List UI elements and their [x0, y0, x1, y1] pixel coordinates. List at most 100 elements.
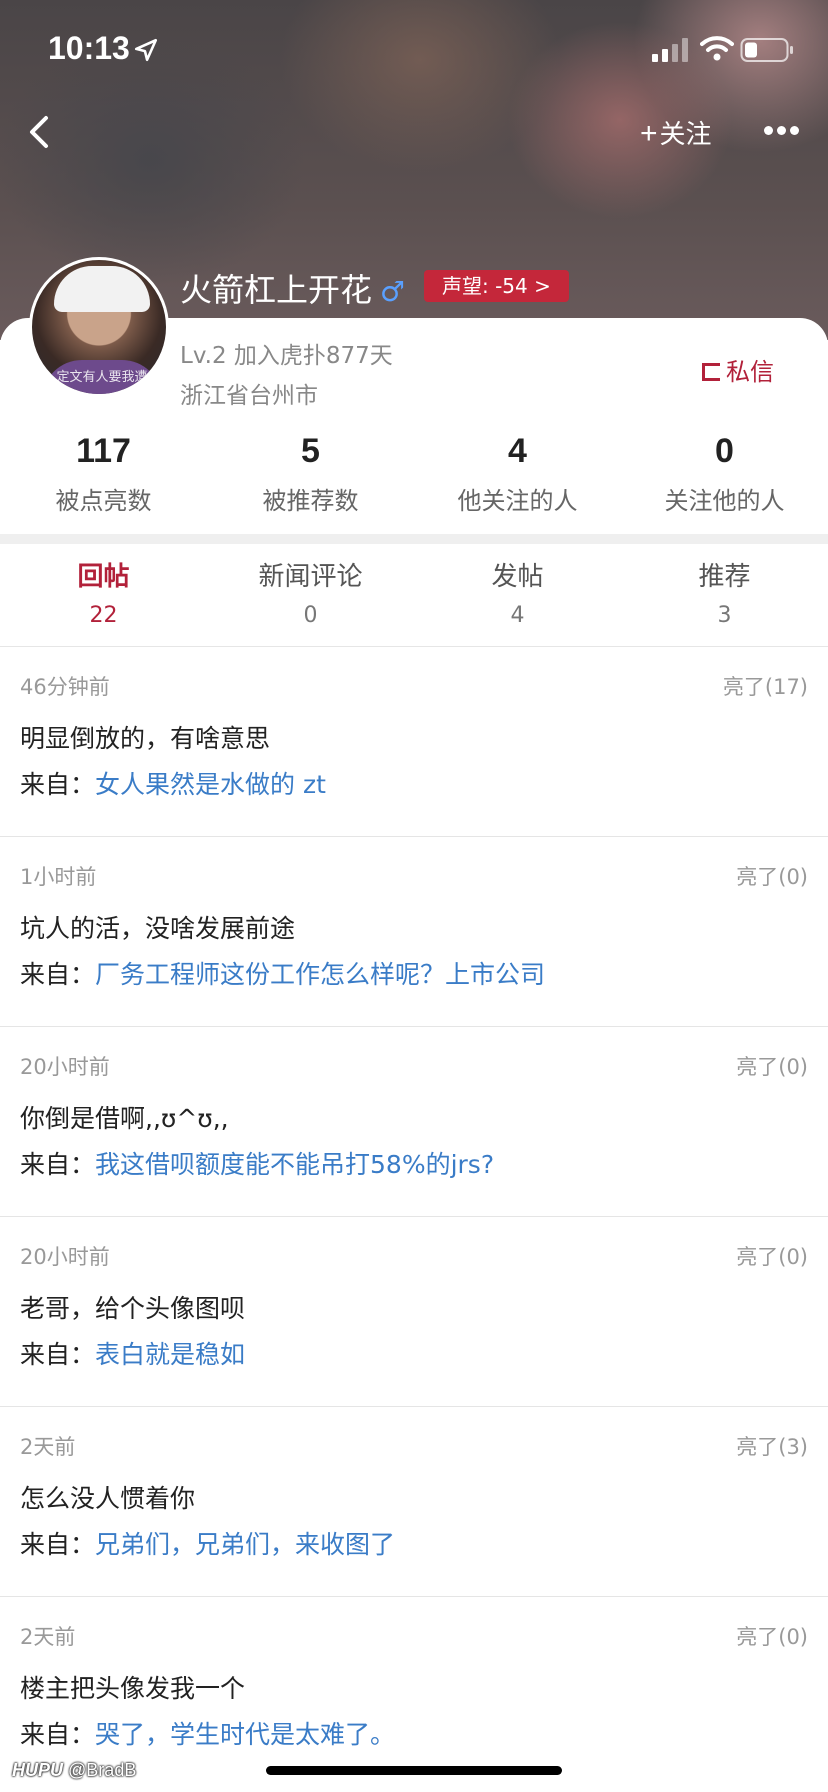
location-arrow-icon [134, 38, 158, 62]
source-prefix: 来自： [20, 1150, 96, 1179]
back-button[interactable] [22, 112, 58, 152]
post-time: 2天前 [20, 1625, 76, 1649]
source-thread-link[interactable]: 我这借呗额度能不能吊打58%的jrs? [95, 1150, 494, 1179]
profile-page: 10:13 +关注 定文有人要我遭 火箭杠上开花 ♂ 声望: -54 > Lv.… [0, 0, 828, 1792]
post-text: 你倒是借啊,,ʊ^ʊ,, [20, 1104, 229, 1133]
stat-label: 被点亮数 [55, 487, 152, 515]
post-time: 20小时前 [20, 1245, 110, 1269]
post-source: 来自：女人果然是水做的 zt [20, 765, 326, 801]
male-gender-icon: ♂ [380, 275, 406, 308]
post-likes: 亮了(17) [722, 675, 808, 699]
post-likes: 亮了(0) [736, 1055, 808, 1079]
post-text: 坑人的活，没啥发展前途 [20, 914, 296, 943]
battery-icon [740, 38, 793, 62]
source-prefix: 来自： [20, 1530, 96, 1559]
stat-label: 关注他的人 [664, 487, 785, 515]
stat-recommended[interactable]: 5 被推荐数 [207, 432, 414, 522]
post-time: 20小时前 [20, 1055, 110, 1079]
level-info: Lv.2 加入虎扑877天 [180, 343, 393, 369]
tab-label: 新闻评论 [258, 562, 363, 592]
post-source: 来自：表白就是稳如 [20, 1335, 245, 1371]
follow-button[interactable]: +关注 [640, 114, 712, 151]
location-info: 浙江省台州市 [180, 383, 318, 409]
post-text: 楼主把头像发我一个 [20, 1674, 246, 1703]
post-source: 来自：厂务工程师这份工作怎么样呢？上市公司 [20, 955, 545, 991]
private-message-label: 私信 [726, 358, 774, 386]
post-text: 怎么没人惯着你 [20, 1484, 196, 1513]
source-prefix: 来自： [20, 1340, 96, 1369]
stat-value: 0 [715, 432, 734, 470]
tab-news-comments[interactable]: 新闻评论 0 [207, 556, 414, 646]
follow-label: 关注 [659, 119, 712, 149]
post-likes: 亮了(0) [736, 1245, 808, 1269]
source-thread-link[interactable]: 厂务工程师这份工作怎么样呢？上市公司 [95, 960, 545, 989]
wifi-icon [700, 36, 734, 61]
tab-count: 4 [510, 603, 525, 628]
post-time: 46分钟前 [20, 675, 110, 699]
username-text: 火箭杠上开花 [180, 271, 373, 309]
post-likes: 亮了(0) [736, 1625, 808, 1649]
post-time: 1小时前 [20, 865, 97, 889]
list-item[interactable]: 2天前 亮了(0) 楼主把头像发我一个 来自：哭了，学生时代是太难了。 [0, 1597, 828, 1787]
handle-text: @BradB [68, 1760, 137, 1780]
hupu-watermark: HUPU @BradB [12, 1760, 136, 1781]
tab-posts[interactable]: 发帖 4 [414, 556, 621, 646]
post-text: 明显倒放的，有啥意思 [20, 724, 271, 753]
list-item[interactable]: 2天前 亮了(3) 怎么没人惯着你 来自：兄弟们，兄弟们，来收图了 [0, 1407, 828, 1597]
avatar-caption: 定文有人要我遭 [56, 370, 148, 385]
stat-value: 5 [301, 432, 320, 470]
private-message-button[interactable]: 私信 [702, 352, 774, 387]
list-item[interactable]: 46分钟前 亮了(17) 明显倒放的，有啥意思 来自：女人果然是水做的 zt [0, 647, 828, 837]
post-source: 来自：我这借呗额度能不能吊打58%的jrs? [20, 1145, 494, 1181]
post-time: 2天前 [20, 1435, 76, 1459]
stat-value: 4 [508, 432, 527, 470]
stat-followers[interactable]: 0 关注他的人 [621, 432, 828, 522]
reputation-badge[interactable]: 声望: -54 > [424, 270, 569, 302]
list-item[interactable]: 20小时前 亮了(0) 你倒是借啊,,ʊ^ʊ,, 来自：我这借呗额度能不能吊打5… [0, 1027, 828, 1217]
tab-label: 发帖 [491, 562, 544, 592]
more-dot-icon [790, 126, 799, 135]
tab-count: 0 [303, 603, 318, 628]
more-dot-icon [764, 126, 773, 135]
avatar-cap-shape [54, 266, 150, 312]
avatar[interactable]: 定文有人要我遭 [29, 257, 169, 397]
post-likes: 亮了(0) [736, 865, 808, 889]
reply-list: 46分钟前 亮了(17) 明显倒放的，有啥意思 来自：女人果然是水做的 zt 1… [0, 647, 828, 1787]
source-prefix: 来自： [20, 960, 96, 989]
tab-recommendations[interactable]: 推荐 3 [621, 556, 828, 646]
source-prefix: 来自： [20, 1720, 96, 1749]
stats-row: 117 被点亮数 5 被推荐数 4 他关注的人 0 关注他的人 [0, 432, 828, 522]
status-bar: 10:13 [0, 0, 828, 98]
stat-following[interactable]: 4 他关注的人 [414, 432, 621, 522]
stat-label: 他关注的人 [457, 487, 578, 515]
tab-count: 3 [717, 603, 732, 628]
status-time: 10:13 [48, 30, 130, 66]
content-tabs: 回帖 22 新闻评论 0 发帖 4 推荐 3 [0, 556, 828, 646]
post-source: 来自：兄弟们，兄弟们，来收图了 [20, 1525, 395, 1561]
source-thread-link[interactable]: 兄弟们，兄弟们，来收图了 [95, 1530, 395, 1559]
plus-icon: + [640, 117, 658, 150]
stat-value: 117 [76, 432, 131, 470]
brand-text: HUPU [12, 1760, 64, 1780]
more-dot-icon [777, 126, 786, 135]
home-indicator[interactable] [266, 1766, 562, 1775]
tab-label: 回帖 [77, 562, 130, 592]
stat-liked[interactable]: 117 被点亮数 [0, 432, 207, 522]
more-options-button[interactable] [764, 114, 808, 150]
list-item[interactable]: 20小时前 亮了(0) 老哥，给个头像图呗 来自：表白就是稳如 [0, 1217, 828, 1407]
stat-label: 被推荐数 [262, 487, 359, 515]
source-thread-link[interactable]: 表白就是稳如 [95, 1340, 245, 1369]
source-thread-link[interactable]: 哭了，学生时代是太难了。 [95, 1720, 395, 1749]
tab-count: 22 [89, 603, 118, 628]
source-thread-link[interactable]: 女人果然是水做的 zt [95, 770, 326, 799]
list-item[interactable]: 1小时前 亮了(0) 坑人的活，没啥发展前途 来自：厂务工程师这份工作怎么样呢？… [0, 837, 828, 1027]
cellular-signal-icon [652, 38, 688, 62]
source-prefix: 来自： [20, 770, 96, 799]
tab-label: 推荐 [698, 562, 751, 592]
post-text: 老哥，给个头像图呗 [20, 1294, 246, 1323]
post-likes: 亮了(3) [736, 1435, 808, 1459]
tab-replies[interactable]: 回帖 22 [0, 556, 207, 646]
message-icon [702, 363, 720, 381]
section-divider [0, 534, 828, 544]
post-source: 来自：哭了，学生时代是太难了。 [20, 1715, 395, 1751]
